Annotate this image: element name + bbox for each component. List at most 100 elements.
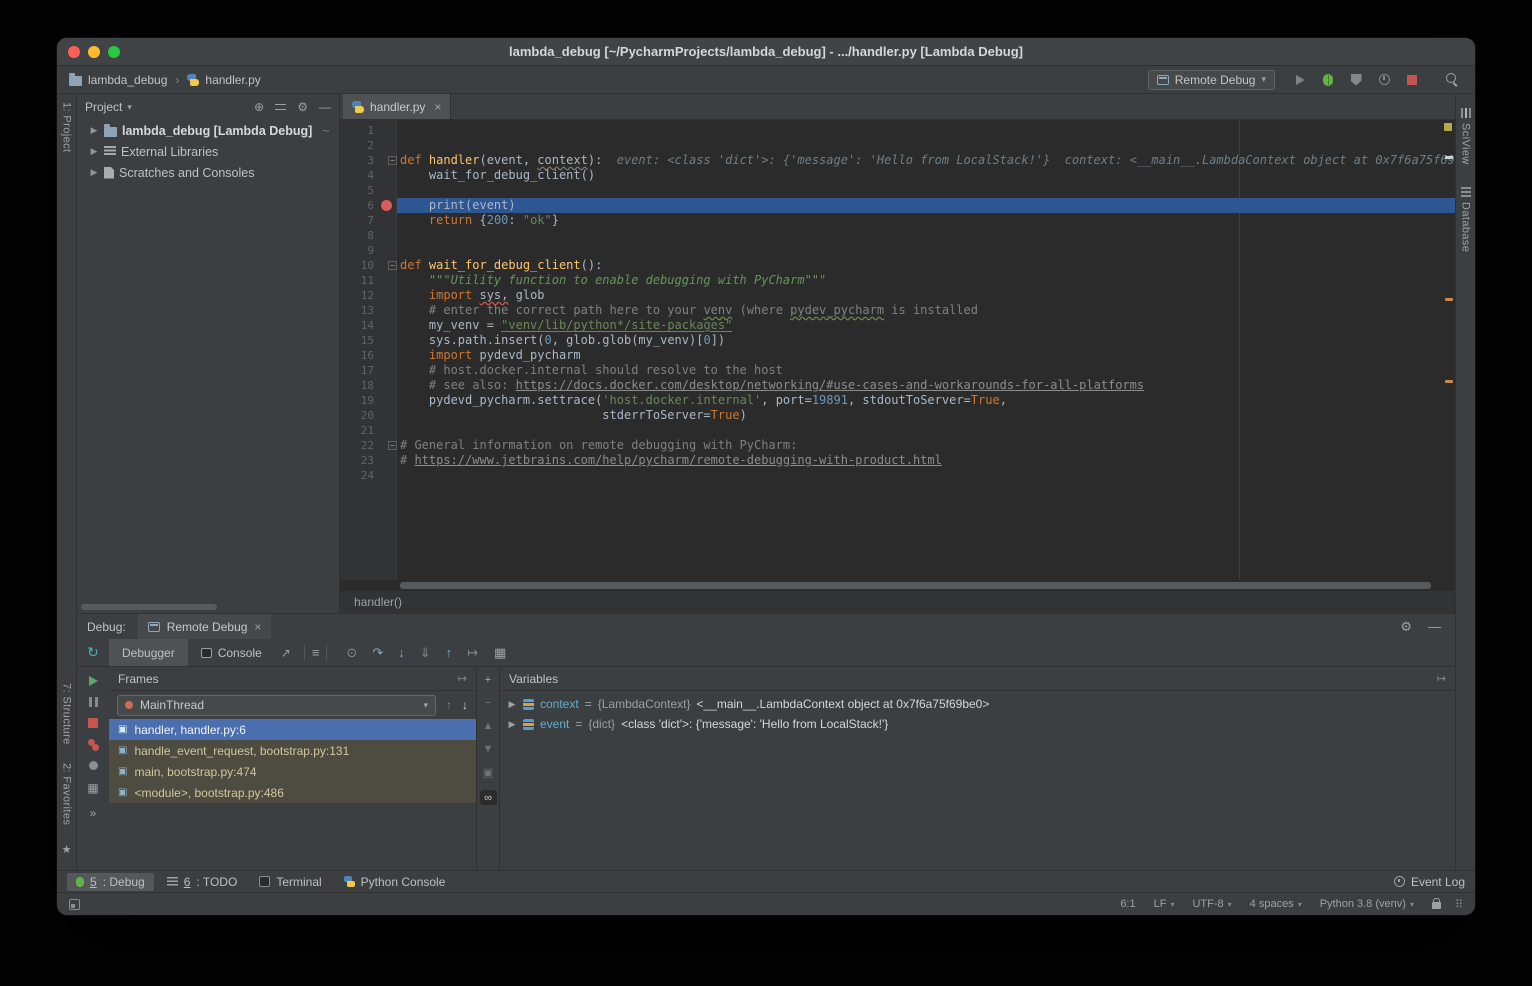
expand-arrow-icon[interactable]: ▶: [507, 699, 517, 710]
gutter-marker-area[interactable]: −: [376, 438, 397, 453]
code-line-11[interactable]: 11 """Utility function to enable debuggi…: [340, 273, 1455, 288]
gutter-marker-area[interactable]: [376, 378, 397, 393]
settings-gear-icon[interactable]: ⚙: [1400, 619, 1412, 635]
gutter-marker-area[interactable]: [376, 273, 397, 288]
code-line-1[interactable]: 1: [340, 123, 1455, 138]
settings-gear-icon[interactable]: ⚙: [297, 100, 308, 114]
gutter-marker-area[interactable]: −: [376, 258, 397, 273]
gutter-marker-area[interactable]: [376, 468, 397, 483]
gutter-marker-area[interactable]: [376, 243, 397, 258]
inspections-indicator-icon[interactable]: [1444, 123, 1452, 131]
code-line-9[interactable]: 9: [340, 243, 1455, 258]
fold-icon[interactable]: −: [388, 441, 397, 450]
gutter-marker-area[interactable]: [376, 453, 397, 468]
expand-arrow-icon[interactable]: ▶: [507, 719, 517, 730]
tree-item-3[interactable]: ▶Scratches and Consoles: [77, 162, 339, 183]
titlebar[interactable]: lambda_debug [~/PycharmProjects/lambda_d…: [57, 38, 1475, 66]
code-line-16[interactable]: 16 import pydevd_pycharm: [340, 348, 1455, 363]
move-down-icon[interactable]: ▼: [483, 743, 494, 755]
gutter-marker-area[interactable]: [376, 423, 397, 438]
variable-row-event[interactable]: ▶event = {dict} <class 'dict'>: {'messag…: [500, 714, 1455, 734]
gutter-marker-area[interactable]: [376, 303, 397, 318]
debug-button[interactable]: [1317, 69, 1339, 91]
code-line-13[interactable]: 13 # enter the correct path here to your…: [340, 303, 1455, 318]
resume-icon[interactable]: [89, 676, 98, 686]
frame-row[interactable]: ▣handle_event_request, bootstrap.py:131: [109, 740, 476, 761]
mute-breakpoints-icon[interactable]: [89, 761, 98, 770]
show-return-values-icon[interactable]: ∞: [480, 790, 497, 805]
gutter-marker-area[interactable]: [376, 168, 397, 183]
hide-panel-icon[interactable]: —: [319, 100, 331, 114]
next-frame-icon[interactable]: ↓: [462, 698, 468, 712]
status-python-3-8-venv-[interactable]: Python 3.8 (venv)▾: [1320, 898, 1414, 910]
step-over-icon[interactable]: ↷: [372, 645, 383, 661]
code-line-2[interactable]: 2: [340, 138, 1455, 153]
tree-item-1[interactable]: ▶lambda_debug [Lambda Debug]~: [77, 120, 339, 141]
breakpoint-icon[interactable]: [381, 200, 392, 211]
code-line-4[interactable]: 4 wait_for_debug_client(): [340, 168, 1455, 183]
toolwindow-button-sciview[interactable]: SciView: [1460, 108, 1472, 165]
toolwindow-tab-todo[interactable]: 6: TODO: [158, 873, 247, 891]
minimize-window-button[interactable]: [88, 46, 100, 58]
code-line-15[interactable]: 15 sys.path.insert(0, glob.glob(my_venv)…: [340, 333, 1455, 348]
gutter-marker-area[interactable]: [376, 228, 397, 243]
favorites-star-icon[interactable]: ★: [62, 843, 72, 856]
jump-to-output-icon[interactable]: ↗: [281, 646, 291, 660]
toolwindow-switcher-icon[interactable]: [69, 899, 80, 910]
step-out-icon[interactable]: ↑: [446, 645, 453, 660]
add-watch-icon[interactable]: +: [485, 674, 491, 686]
code-editor[interactable]: 123−def handler(event, context): event: …: [340, 120, 1455, 580]
code-line-19[interactable]: 19 pydevd_pycharm.settrace('host.docker.…: [340, 393, 1455, 408]
gutter-marker-area[interactable]: [376, 198, 397, 213]
pause-icon[interactable]: [89, 697, 98, 707]
code-line-21[interactable]: 21: [340, 423, 1455, 438]
code-line-7[interactable]: 7 return {200: "ok"}: [340, 213, 1455, 228]
editor-hscrollbar-thumb[interactable]: [400, 582, 1431, 589]
run-config-selector[interactable]: Remote Debug ▾: [1148, 70, 1275, 90]
expand-arrow-icon[interactable]: ▶: [89, 125, 99, 136]
variable-row-context[interactable]: ▶context = {LambdaContext} <__main__.Lam…: [500, 694, 1455, 714]
view-breakpoints-icon[interactable]: [88, 739, 95, 746]
frame-row[interactable]: ▣handler, handler.py:6: [109, 719, 476, 740]
hide-panel-icon[interactable]: —: [1428, 619, 1441, 635]
gutter-marker-area[interactable]: [376, 183, 397, 198]
editor-tab-handler-py[interactable]: handler.py ×: [343, 94, 451, 119]
thread-selector[interactable]: MainThread ▾: [117, 695, 436, 716]
more-icon[interactable]: »: [90, 806, 97, 820]
view-options-icon[interactable]: [275, 103, 286, 112]
tab-debugger[interactable]: Debugger: [109, 639, 188, 666]
close-session-icon[interactable]: ×: [254, 620, 261, 634]
code-line-17[interactable]: 17 # host.docker.internal should resolve…: [340, 363, 1455, 378]
zoom-window-button[interactable]: [108, 46, 120, 58]
close-window-button[interactable]: [68, 46, 80, 58]
gutter-marker-area[interactable]: −: [376, 153, 397, 168]
tab-console[interactable]: Console: [188, 639, 275, 666]
lock-icon[interactable]: [1432, 902, 1441, 909]
toolwindow-button-project[interactable]: 1: Project: [61, 102, 73, 152]
status-utf-8[interactable]: UTF-8▾: [1192, 898, 1231, 910]
toolwindow-button-favorites[interactable]: 2: Favorites: [61, 763, 73, 825]
scroll-mark[interactable]: [1445, 380, 1453, 383]
toolwindow-tab-terminal[interactable]: Terminal: [250, 873, 330, 891]
gutter-marker-area[interactable]: [376, 408, 397, 423]
expand-arrow-icon[interactable]: ▶: [89, 146, 99, 157]
code-line-18[interactable]: 18 # see also: https://docs.docker.com/d…: [340, 378, 1455, 393]
code-line-5[interactable]: 5: [340, 183, 1455, 198]
code-line-24[interactable]: 24: [340, 468, 1455, 483]
scroll-mark[interactable]: [1445, 156, 1453, 159]
gutter-marker-area[interactable]: [376, 363, 397, 378]
status-lf[interactable]: LF▾: [1154, 898, 1175, 910]
layout-settings-icon[interactable]: ≡: [312, 645, 320, 660]
run-button[interactable]: [1289, 69, 1311, 91]
locate-file-icon[interactable]: ⊕: [254, 100, 264, 114]
panel-options-icon[interactable]: ↦: [1437, 672, 1446, 685]
toolwindow-button-database[interactable]: Database: [1460, 187, 1472, 252]
rerun-icon[interactable]: ↻: [77, 644, 109, 661]
gutter-marker-area[interactable]: [376, 213, 397, 228]
breadcrumb-file[interactable]: handler.py: [205, 73, 260, 87]
toolwindow-tab-python[interactable]: Python Console: [335, 873, 455, 891]
code-line-22[interactable]: 22−# General information on remote debug…: [340, 438, 1455, 453]
scroll-mark[interactable]: [1445, 298, 1453, 301]
status-6-1[interactable]: 6:1: [1120, 898, 1135, 910]
show-execution-point-icon[interactable]: ⊙: [346, 645, 357, 661]
